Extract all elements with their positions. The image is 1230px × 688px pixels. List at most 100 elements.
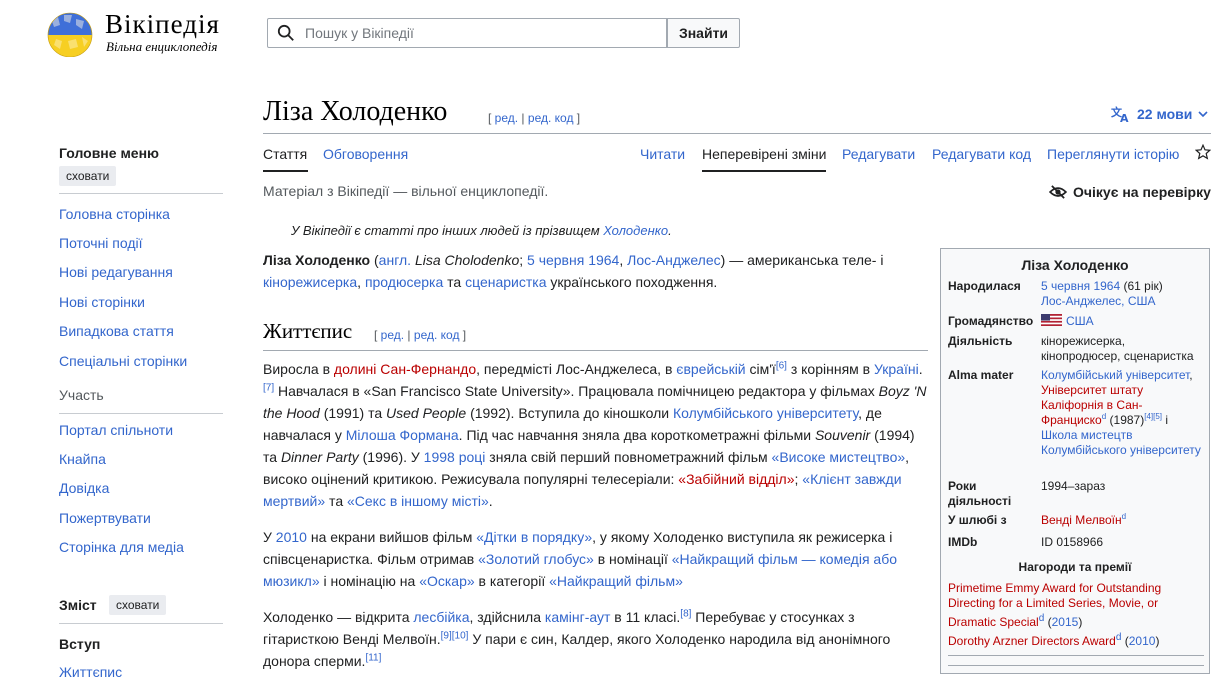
kids-all-right-link[interactable]: «Дітки в порядку» bbox=[476, 529, 592, 545]
producer-link[interactable]: продюсерка bbox=[365, 274, 443, 290]
text: в категорії bbox=[474, 573, 550, 589]
watch-star-icon[interactable] bbox=[1195, 144, 1211, 160]
tab-unchecked-changes[interactable]: Неперевірені зміни bbox=[702, 146, 826, 162]
section-edit-code-link[interactable]: ред. код bbox=[414, 328, 460, 342]
hatnote-link[interactable]: Холоденко bbox=[603, 223, 668, 238]
sidebar-item-random-article[interactable]: Випадкова стаття bbox=[59, 323, 174, 339]
wikipedia-globe-logo[interactable] bbox=[44, 11, 96, 57]
sidebar-item-media-page[interactable]: Сторінка для медіа bbox=[59, 539, 184, 555]
text: зняла свій перший повнометражний фільм bbox=[485, 449, 772, 465]
golden-globe-link[interactable]: «Золотий глобус» bbox=[478, 551, 594, 567]
year-1998-link[interactable]: 1998 році bbox=[424, 449, 486, 465]
film-title: Used People bbox=[386, 405, 467, 421]
text: на екрани вийшов фільм bbox=[306, 529, 477, 545]
sidebar-item-main-page[interactable]: Головна сторінка bbox=[59, 206, 170, 222]
edit-link[interactable]: ред. bbox=[495, 111, 518, 125]
lesbian-link[interactable]: лесбійка bbox=[413, 609, 469, 625]
award-year-link[interactable]: 2015 bbox=[1052, 615, 1079, 629]
tab-edit-code[interactable]: Редагувати код bbox=[932, 146, 1031, 162]
reference-7[interactable]: [7] bbox=[263, 382, 274, 393]
sidebar-item-village-pump[interactable]: Кнайпа bbox=[59, 451, 106, 467]
infobox-references[interactable]: [4][5] bbox=[1144, 412, 1162, 421]
year-2010-link[interactable]: 2010 bbox=[276, 529, 307, 545]
text: і номінацію на bbox=[319, 573, 420, 589]
reference-8[interactable]: [8] bbox=[680, 608, 691, 619]
reference-10[interactable]: [10] bbox=[452, 630, 469, 641]
sidebar-item-recent-changes[interactable]: Нові редагування bbox=[59, 264, 173, 280]
sidebar-item-donate[interactable]: Пожертвувати bbox=[59, 510, 151, 526]
tab-edit[interactable]: Редагувати bbox=[842, 146, 915, 162]
edit-code-link[interactable]: ред. код bbox=[528, 111, 574, 125]
infobox-spouse-link[interactable]: Венді Мелвоїн bbox=[1041, 513, 1122, 527]
reference-9[interactable]: [9] bbox=[441, 630, 452, 641]
language-button[interactable]: 文A 22 мови bbox=[1111, 105, 1208, 123]
infobox-title: Ліза Холоденко bbox=[1021, 257, 1129, 273]
homicide-link[interactable]: «Забійний відділ» bbox=[678, 471, 794, 487]
infobox-label-alma-mater: Alma mater bbox=[948, 368, 1014, 382]
sidebar-item-special-pages[interactable]: Спеціальні сторінки bbox=[59, 353, 187, 369]
award-arzner-link[interactable]: Dorothy Arzner Directors Award bbox=[948, 634, 1116, 648]
screenwriter-link[interactable]: сценаристка bbox=[465, 274, 546, 290]
coming-out-link[interactable]: камінг-аут bbox=[545, 609, 611, 625]
sidebar-divider bbox=[59, 413, 223, 414]
section-heading-biography: Життєпис bbox=[263, 319, 353, 343]
sex-city-link[interactable]: «Секс в іншому місті» bbox=[347, 493, 489, 509]
best-picture-link[interactable]: «Найкращий фільм» bbox=[549, 573, 683, 589]
infobox-columbia-arts-link[interactable]: Школа мистецтв Колумбійського університе… bbox=[1041, 428, 1201, 457]
jewish-link[interactable]: єврейській bbox=[676, 361, 745, 377]
sidebar-item-new-pages[interactable]: Нові сторінки bbox=[59, 294, 145, 310]
columbia-link[interactable]: Колумбійського університету bbox=[673, 405, 858, 421]
infobox-value-spouse: Венді Мелвоїнd bbox=[1041, 513, 1203, 528]
text: та bbox=[325, 493, 347, 509]
valley-link[interactable]: долині Сан-Фернандо bbox=[334, 361, 476, 377]
section-edit-link[interactable]: ред. bbox=[381, 328, 404, 342]
main-menu-hide-button[interactable]: сховати bbox=[59, 166, 117, 186]
sidebar-participation-heading: Участь bbox=[59, 387, 104, 403]
birth-date-link[interactable]: 5 червня 1964 bbox=[527, 252, 619, 268]
sidebar-item-community-portal[interactable]: Портал спільноти bbox=[59, 422, 173, 438]
main-menu-title: Головне меню bbox=[59, 145, 159, 161]
tab-read[interactable]: Читати bbox=[640, 146, 685, 162]
high-art-link[interactable]: «Високе мистецтво» bbox=[772, 449, 906, 465]
search-box[interactable] bbox=[267, 18, 667, 48]
toc-item-intro[interactable]: Вступ bbox=[59, 636, 100, 652]
ukraine-link[interactable]: Україні bbox=[874, 361, 919, 377]
infobox-divider bbox=[948, 665, 1204, 666]
text: ( bbox=[370, 252, 379, 268]
infobox-citizenship-link[interactable]: США bbox=[1066, 314, 1094, 328]
tab-talk[interactable]: Обговорення bbox=[323, 146, 408, 162]
forman-link[interactable]: Мілоша Формана bbox=[346, 427, 459, 443]
text: , bbox=[619, 252, 628, 268]
infobox-label-imdb[interactable]: IMDb bbox=[948, 535, 977, 550]
reference-11[interactable]: [11] bbox=[365, 652, 381, 663]
award-year-link[interactable]: 2010 bbox=[1129, 634, 1156, 648]
sidebar-item-help[interactable]: Довідка bbox=[59, 480, 109, 496]
infobox-value-imdb[interactable]: ID 0158966 bbox=[1041, 535, 1203, 550]
toc-hide-button[interactable]: сховати bbox=[109, 595, 167, 615]
infobox-value-occupation[interactable]: кінорежисерка, кінопродюсер, сценаристка bbox=[1041, 334, 1203, 364]
subject-name: Ліза Холоденко bbox=[263, 252, 371, 268]
text: і bbox=[1162, 413, 1169, 427]
tab-history[interactable]: Переглянути історію bbox=[1047, 146, 1179, 162]
wikipedia-wordmark[interactable]: Вікіпедія bbox=[105, 9, 220, 40]
wikidata-link[interactable]: d bbox=[1122, 512, 1126, 521]
search-input[interactable] bbox=[303, 24, 647, 42]
infobox-born-date-link[interactable]: 5 червня 1964 bbox=[1041, 279, 1120, 293]
infobox-value-born: 5 червня 1964 (61 рік) Лос-Анджелес, США bbox=[1041, 279, 1203, 309]
english-link[interactable]: англ. bbox=[379, 252, 411, 268]
sidebar-item-current-events[interactable]: Поточні події bbox=[59, 235, 143, 251]
pending-review-indicator[interactable]: Очікує на перевірку bbox=[1049, 184, 1211, 200]
birth-place-link[interactable]: Лос-Анджелес bbox=[627, 252, 721, 268]
toc-item-biography[interactable]: Життєпис bbox=[59, 664, 122, 680]
oscar-link[interactable]: «Оскар» bbox=[419, 573, 474, 589]
search-button[interactable]: Знайти bbox=[667, 18, 740, 48]
infobox-born-place-link[interactable]: Лос-Анджелес, США bbox=[1041, 294, 1156, 308]
reference-6[interactable]: [6] bbox=[776, 360, 787, 371]
search-icon bbox=[277, 24, 294, 41]
section-divider bbox=[263, 350, 928, 351]
director-link[interactable]: кінорежисерка bbox=[263, 274, 357, 290]
text: . bbox=[488, 493, 493, 509]
infobox-columbia-link[interactable]: Колумбійський університет bbox=[1041, 368, 1189, 382]
tab-article[interactable]: Стаття bbox=[263, 146, 307, 162]
us-flag-icon bbox=[1041, 314, 1062, 326]
